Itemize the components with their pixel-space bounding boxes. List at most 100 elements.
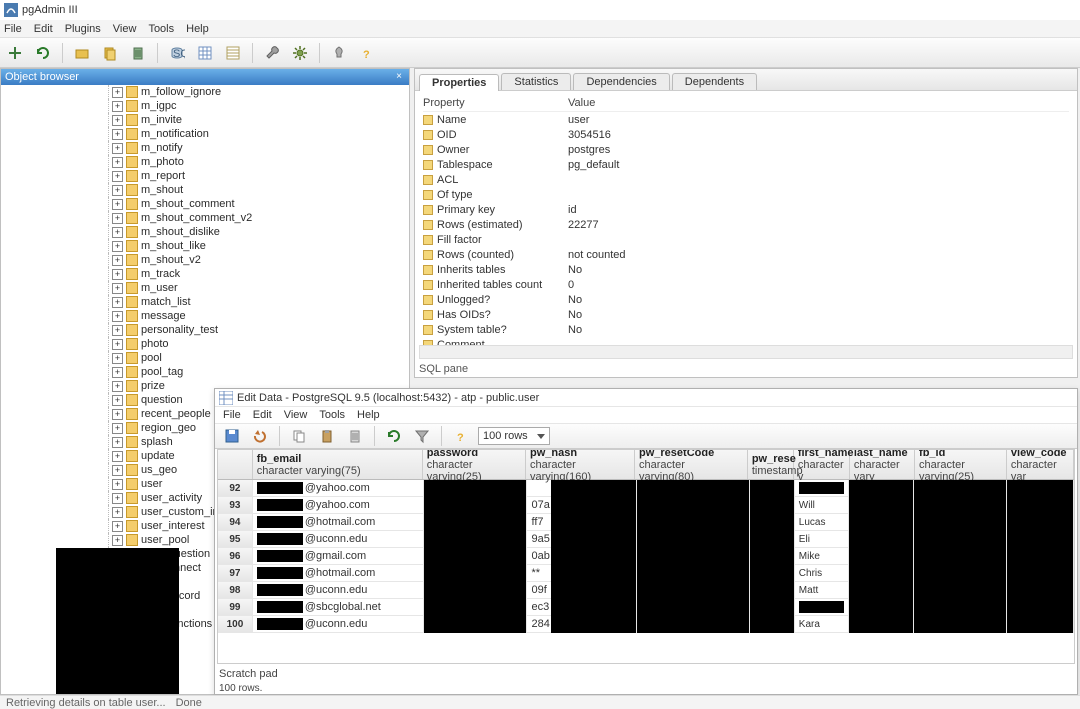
cell-lastname[interactable] xyxy=(849,616,915,632)
edit-menu-help[interactable]: Help xyxy=(357,409,380,421)
cell-email[interactable]: @gmail.com xyxy=(253,548,424,564)
etb-delete-icon[interactable] xyxy=(344,425,366,447)
cell-viewcode[interactable] xyxy=(1007,531,1074,547)
cell-lastname[interactable] xyxy=(849,599,915,615)
expand-icon[interactable]: + xyxy=(112,479,123,490)
table-row[interactable]: 98@uconn.edu 09f Matt xyxy=(218,582,1074,599)
cell-viewcode[interactable] xyxy=(1007,599,1074,615)
cell-viewcode[interactable] xyxy=(1007,616,1074,632)
tree-item[interactable]: +m_report xyxy=(1,169,409,183)
etb-save-icon[interactable] xyxy=(221,425,243,447)
browser-close-icon[interactable]: × xyxy=(393,71,405,83)
column-header[interactable]: last_namecharacter vary xyxy=(850,450,915,479)
etb-refresh-icon[interactable] xyxy=(383,425,405,447)
expand-icon[interactable]: + xyxy=(112,465,123,476)
cell-pwhash[interactable]: ** xyxy=(527,565,637,581)
tree-item[interactable]: +m_shout_dislike xyxy=(1,225,409,239)
tree-item[interactable]: +m_photo xyxy=(1,155,409,169)
cell-firstname[interactable]: Lucas xyxy=(795,514,849,530)
tree-item[interactable]: +personality_test xyxy=(1,323,409,337)
expand-icon[interactable]: + xyxy=(112,493,123,504)
etb-paste-icon[interactable] xyxy=(316,425,338,447)
cell-viewcode[interactable] xyxy=(1007,480,1074,496)
cell-email[interactable]: @sbcglobal.net xyxy=(253,599,424,615)
row-number[interactable]: 99 xyxy=(218,599,253,615)
expand-icon[interactable]: + xyxy=(112,185,123,196)
row-number[interactable]: 94 xyxy=(218,514,253,530)
cell-pwhash[interactable]: ec3 xyxy=(527,599,637,615)
tb-copy-icon[interactable] xyxy=(99,42,121,64)
cell-pwhash[interactable]: 09f xyxy=(527,582,637,598)
tree-item[interactable]: +m_shout_like xyxy=(1,239,409,253)
cell-password[interactable] xyxy=(424,582,528,598)
expand-icon[interactable]: + xyxy=(112,283,123,294)
column-header[interactable]: pw_resetimestamp xyxy=(748,450,794,479)
expand-icon[interactable]: + xyxy=(112,353,123,364)
column-header[interactable] xyxy=(218,450,253,479)
tb-connect-icon[interactable] xyxy=(4,42,26,64)
cell-resettime[interactable] xyxy=(750,531,794,547)
menu-plugins[interactable]: Plugins xyxy=(65,23,101,35)
tb-gear-icon[interactable] xyxy=(289,42,311,64)
tb-hint-icon[interactable] xyxy=(328,42,350,64)
cell-email[interactable]: @yahoo.com xyxy=(253,497,424,513)
tree-item[interactable]: +photo xyxy=(1,337,409,351)
expand-icon[interactable]: + xyxy=(112,423,123,434)
cell-email[interactable]: @uconn.edu xyxy=(253,582,424,598)
expand-icon[interactable]: + xyxy=(112,241,123,252)
table-row[interactable]: 96@gmail.com0abMike xyxy=(218,548,1074,565)
row-number[interactable]: 92 xyxy=(218,480,253,496)
expand-icon[interactable]: + xyxy=(112,213,123,224)
edit-menu-edit[interactable]: Edit xyxy=(253,409,272,421)
cell-viewcode[interactable] xyxy=(1007,565,1074,581)
cell-pwhash[interactable]: 284 xyxy=(527,616,637,632)
edit-menu-file[interactable]: File xyxy=(223,409,241,421)
tb-trash-icon[interactable] xyxy=(127,42,149,64)
cell-fbid[interactable] xyxy=(914,616,1006,632)
cell-pwhash[interactable]: ff7 xyxy=(527,514,637,530)
tb-help-icon[interactable]: ? xyxy=(356,42,378,64)
cell-pwhash[interactable]: 0ab xyxy=(527,548,637,564)
tree-item[interactable]: +m_notify xyxy=(1,141,409,155)
tree-item[interactable]: +m_follow_ignore xyxy=(1,85,409,99)
cell-firstname[interactable] xyxy=(795,599,849,615)
cell-email[interactable]: @hotmail.com xyxy=(253,565,424,581)
cell-resetcode[interactable] xyxy=(637,582,750,598)
expand-icon[interactable]: + xyxy=(112,171,123,182)
cell-resetcode[interactable] xyxy=(637,616,750,632)
tree-item[interactable]: +m_notification xyxy=(1,127,409,141)
cell-firstname[interactable]: Chris xyxy=(795,565,849,581)
tab-dependencies[interactable]: Dependencies xyxy=(573,73,669,90)
tree-item[interactable]: +m_shout_comment xyxy=(1,197,409,211)
tab-statistics[interactable]: Statistics xyxy=(501,73,571,90)
expand-icon[interactable]: + xyxy=(112,409,123,420)
cell-resetcode[interactable] xyxy=(637,497,750,513)
expand-icon[interactable]: + xyxy=(112,87,123,98)
expand-icon[interactable]: + xyxy=(112,507,123,518)
cell-resettime[interactable] xyxy=(750,497,794,513)
tb-list-icon[interactable] xyxy=(222,42,244,64)
cell-firstname[interactable]: Matt xyxy=(795,582,849,598)
tree-item[interactable]: +m_shout_comment_v2 xyxy=(1,211,409,225)
row-number[interactable]: 97 xyxy=(218,565,253,581)
cell-firstname[interactable]: Will xyxy=(795,497,849,513)
cell-resettime[interactable] xyxy=(750,616,794,632)
cell-fbid[interactable] xyxy=(914,599,1006,615)
table-row[interactable]: 92@yahoo.com xyxy=(218,480,1074,497)
cell-pwhash[interactable]: 07a xyxy=(527,497,637,513)
cell-resetcode[interactable] xyxy=(637,480,750,496)
tb-grid-icon[interactable] xyxy=(194,42,216,64)
expand-icon[interactable]: + xyxy=(112,311,123,322)
tree-item[interactable]: +m_invite xyxy=(1,113,409,127)
expand-icon[interactable]: + xyxy=(112,381,123,392)
tree-item[interactable]: +message xyxy=(1,309,409,323)
expand-icon[interactable]: + xyxy=(112,395,123,406)
cell-resettime[interactable] xyxy=(750,548,794,564)
cell-password[interactable] xyxy=(424,548,528,564)
cell-password[interactable] xyxy=(424,497,528,513)
expand-icon[interactable]: + xyxy=(112,129,123,140)
cell-password[interactable] xyxy=(424,599,528,615)
row-number[interactable]: 98 xyxy=(218,582,253,598)
cell-resetcode[interactable] xyxy=(637,514,750,530)
expand-icon[interactable]: + xyxy=(112,143,123,154)
